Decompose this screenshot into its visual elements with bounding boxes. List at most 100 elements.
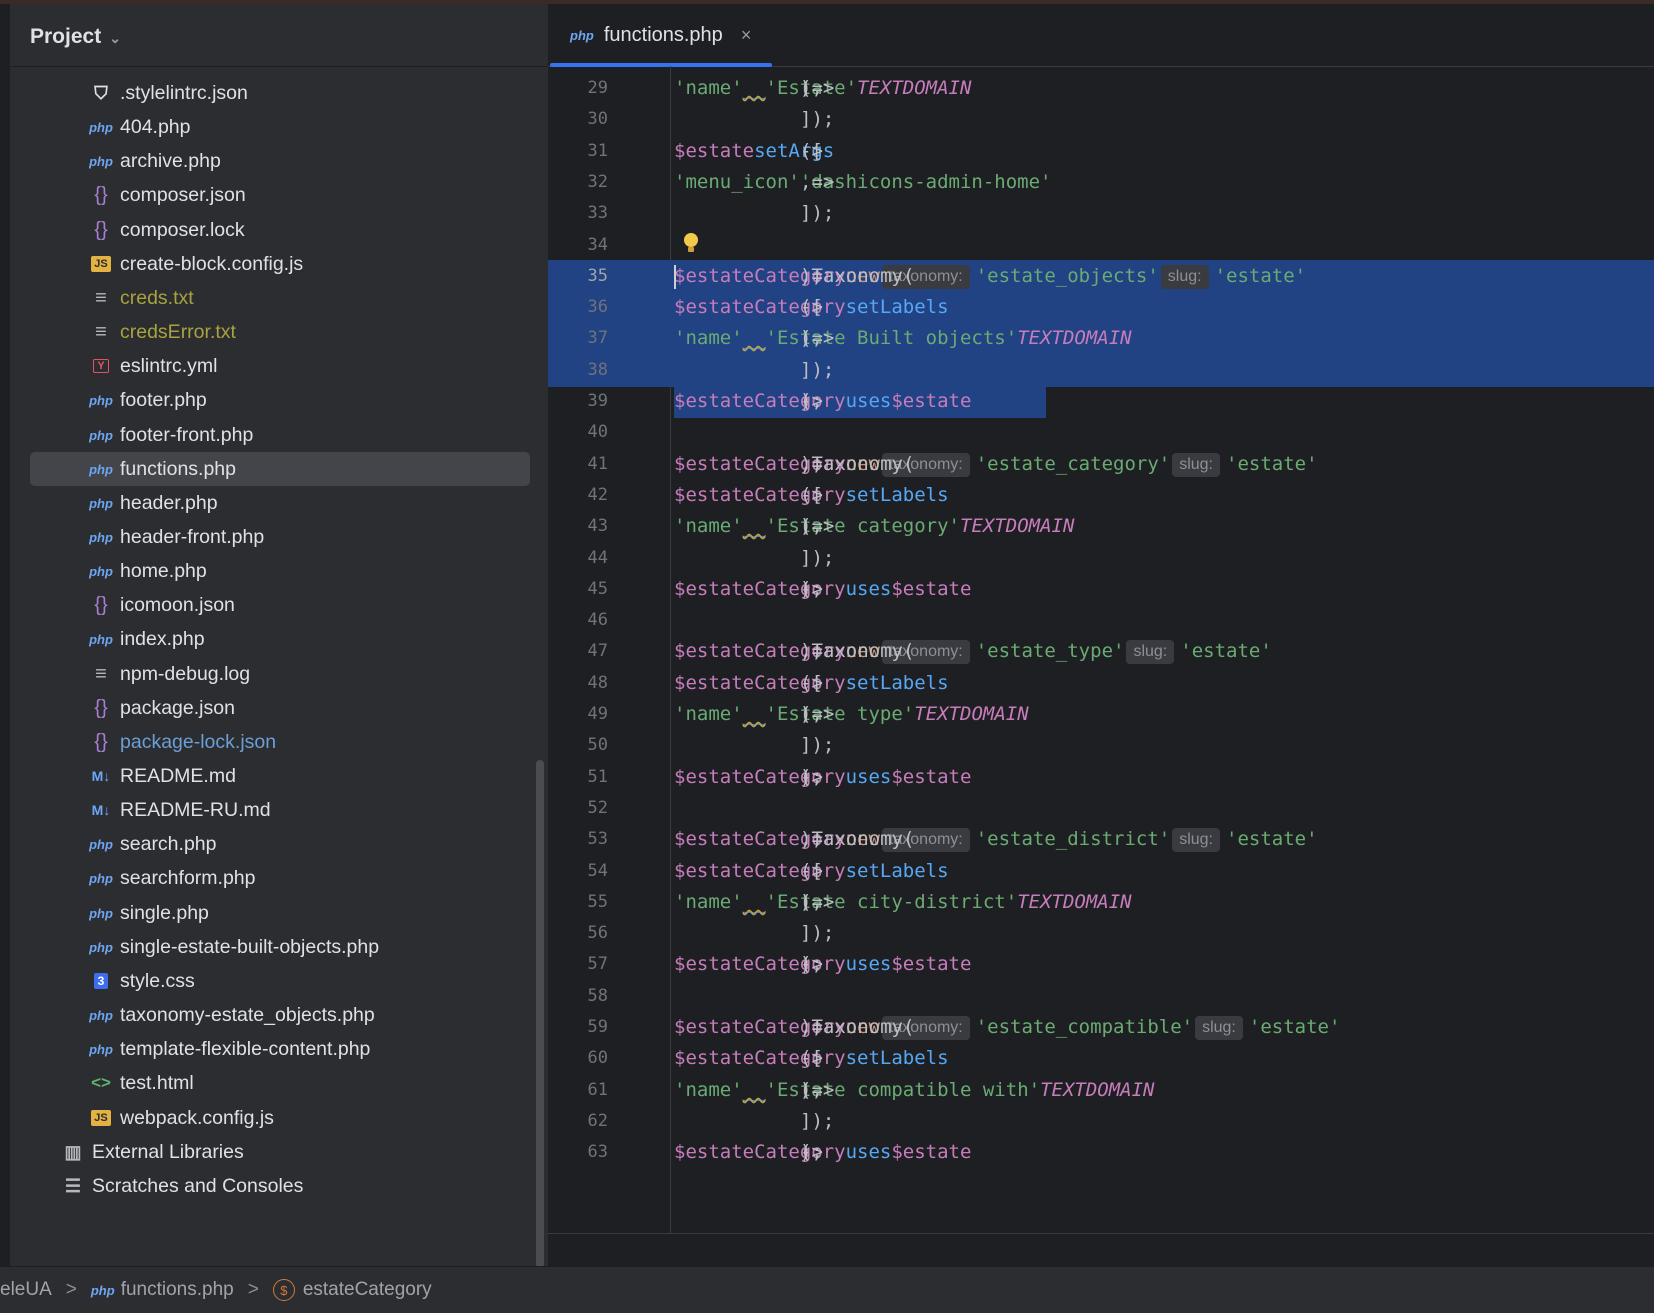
tree-item[interactable]: <> test.html [30,1066,530,1100]
code-line[interactable]: 35 $estateCategory = new Taxonomy(taxonom… [548,260,1654,293]
tree-item[interactable]: php searchform.php [30,861,530,895]
code-text: $estateCategory -> uses($estate); [674,573,971,606]
code-line[interactable]: 34 [548,229,1654,262]
tree-item[interactable]: php functions.php [30,452,530,486]
tree-item[interactable]: php home.php [30,554,530,588]
code-line[interactable]: 59 $estateCategory = new Taxonomy(taxonom… [548,1011,1654,1044]
tree-item[interactable]: {} composer.lock [30,213,530,247]
code-line[interactable]: 55 'name' => __('Estate city-district', T… [548,886,1654,919]
php-file-icon: php [89,836,113,852]
code-line[interactable]: 63 $estateCategory -> uses($estate); [548,1136,1654,1169]
code-line[interactable]: 58 [548,980,1654,1013]
line-number: 51 [587,767,608,787]
tree-item[interactable]: ⛉ .stylelintrc.json [30,76,530,110]
tree-item[interactable]: {} icomoon.json [30,588,530,622]
breadcrumb-file[interactable]: functions.php [121,1279,234,1301]
code-line[interactable]: 56]); [548,917,1654,950]
code-line[interactable]: 54 $estateCategory -> setLabels([ [548,855,1654,888]
breadcrumb-symbol[interactable]: estateCategory [303,1279,432,1301]
code-line[interactable]: 37 'name' => __('Estate Built objects', T… [548,322,1654,355]
tree-item[interactable]: {} composer.json [30,178,530,212]
tree-item[interactable]: php header-front.php [30,520,530,554]
tree-item-label: create-block.config.js [120,252,304,275]
code-line[interactable]: 43 'name' => __('Estate category', TEXTDO… [548,510,1654,543]
tree-item[interactable]: php single-estate-built-objects.php [30,930,530,964]
tree-item[interactable]: M↓ README.md [30,759,530,793]
code-line[interactable]: 53 $estateCategory = new Taxonomy(taxonom… [548,823,1654,856]
project-view-selector[interactable]: Project ⌄ [30,22,121,52]
code-line[interactable]: 44]); [548,542,1654,575]
tree-item[interactable]: php template-flexible-content.php [30,1032,530,1066]
tree-item[interactable]: php taxonomy-estate_objects.php [30,998,530,1032]
breadcrumb-project[interactable]: eleUA [0,1279,52,1301]
code-token: ([ [800,140,823,162]
chevron-down-icon: ⌄ [109,30,121,46]
json-file-icon: {} [94,730,108,753]
code-token: ]); [800,359,835,381]
code-line[interactable]: 30]); [548,103,1654,136]
tree-item[interactable]: Yeslintrc.yml [30,349,530,383]
code-line[interactable]: 57 $estateCategory -> uses($estate); [548,948,1654,981]
code-token: $estate [891,1141,972,1163]
tree-item[interactable]: ≡ credsError.txt [30,315,530,349]
code-line[interactable]: 45 $estateCategory -> uses($estate); [548,573,1654,606]
tree-item[interactable]: JS webpack.config.js [30,1101,530,1135]
code-line[interactable]: 51 $estateCategory -> uses($estate); [548,761,1654,794]
tree-item[interactable]: ☰ Scratches and Consoles [30,1169,530,1203]
code-line[interactable]: 38]); [548,354,1654,387]
code-line[interactable]: 60 $estateCategory -> setLabels([ [548,1042,1654,1075]
code-line[interactable]: 48 $estateCategory -> setLabels([ [548,667,1654,700]
tree-item[interactable]: ▥ External Libraries [30,1135,530,1169]
code-line[interactable]: 47 $estateCategory = new Taxonomy(taxonom… [548,635,1654,668]
code-line[interactable]: 32 'menu_icon' => 'dashicons-admin-home'… [548,166,1654,199]
tree-item[interactable]: php single.php [30,896,530,930]
tree-item[interactable]: php search.php [30,827,530,861]
code-line[interactable]: 61 'name' => __('Estate compatible with'… [548,1074,1654,1107]
tree-item-label: test.html [120,1071,194,1094]
code-line[interactable]: 31 $estate -> setArgs([ [548,135,1654,168]
tree-item-label: single.php [120,901,209,924]
tree-item-label: .stylelintrc.json [120,81,248,104]
code-token: 'estate_category' [975,453,1171,475]
tree-item[interactable]: php 404.php [30,110,530,144]
line-number: 48 [587,673,608,693]
close-tab-icon[interactable]: × [741,25,752,46]
line-number: 62 [587,1111,608,1131]
tree-item[interactable]: php footer-front.php [30,418,530,452]
code-line[interactable]: 41 $estateCategory = new Taxonomy(taxonom… [548,448,1654,481]
tree-item[interactable]: php footer.php [30,383,530,417]
code-line[interactable]: 29 'name' => __('Estate', TEXTDOMAIN), [548,72,1654,105]
tree-item[interactable]: M↓ README-RU.md [30,793,530,827]
intention-bulb-icon[interactable] [684,233,698,252]
code-text: $estateCategory -> uses($estate); [674,948,971,981]
code-line[interactable]: 42 $estateCategory -> setLabels([ [548,479,1654,512]
tree-item[interactable]: {} package.json [30,691,530,725]
tab-functions-php[interactable]: php functions.php × [550,4,774,67]
code-line[interactable]: 50]); [548,729,1654,762]
code-line[interactable]: 40 [548,416,1654,449]
tree-item[interactable]: JS create-block.config.js [30,247,530,281]
php-file-icon: php [89,119,113,135]
tree-item[interactable]: {} package-lock.json [30,725,530,759]
code-line[interactable]: 39 $estateCategory -> uses($estate); [548,385,1654,418]
tree-item[interactable]: php index.php [30,622,530,656]
line-number: 53 [587,829,608,849]
code-line[interactable]: 62]); [548,1105,1654,1138]
tree-item[interactable]: php archive.php [30,144,530,178]
stylelint-icon: ⛉ [94,82,108,103]
tree-item[interactable]: ≡ npm-debug.log [30,657,530,691]
code-token: uses [845,1141,892,1163]
code-line[interactable]: 36 $estateCategory -> setLabels([ [548,291,1654,324]
code-token: 'name' [674,1079,743,1101]
code-line[interactable]: 33]); [548,197,1654,230]
code-line[interactable]: 46 [548,604,1654,637]
line-number: 46 [587,610,608,630]
code-line[interactable]: 49 'name' => __('Estate type', TEXTDOMAIN… [548,698,1654,731]
tree-item[interactable]: ≡ creds.txt [30,281,530,315]
project-tree-scrollbar[interactable] [536,760,544,1268]
tree-item[interactable]: php header.php [30,486,530,520]
code-token: __ [742,77,766,99]
tree-item[interactable]: 3 style.css [30,964,530,998]
line-number: 29 [587,78,608,98]
code-line[interactable]: 52 [548,792,1654,825]
